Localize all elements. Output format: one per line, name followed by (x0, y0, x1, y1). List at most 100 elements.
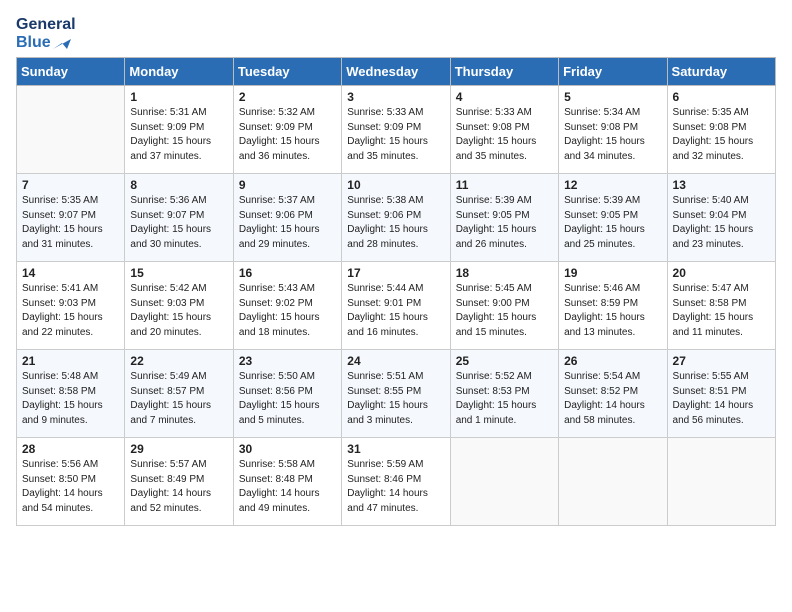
day-number: 6 (673, 90, 770, 104)
day-info: Sunrise: 5:50 AMSunset: 8:56 PMDaylight:… (239, 370, 336, 428)
calendar-cell (450, 438, 558, 526)
day-number: 19 (564, 266, 661, 280)
calendar-cell: 21Sunrise: 5:48 AMSunset: 8:58 PMDayligh… (17, 350, 125, 438)
calendar-week-row: 7 Sunrise: 5:35 AMSunset: 9:07 PMDaylight… (17, 174, 776, 262)
calendar-cell: 16 Sunrise: 5:43 AMSunset: 9:02 PMDayligh… (233, 262, 341, 350)
day-info: Sunrise: 5:52 AMSunset: 8:53 PMDaylight:… (456, 370, 553, 428)
day-info: Sunrise: 5:33 AMSunset: 9:08 PMDaylight:… (456, 106, 553, 164)
col-header-thursday: Thursday (450, 58, 558, 86)
day-info: Sunrise: 5:39 AMSunset: 9:05 PMDaylight:… (456, 194, 553, 252)
day-info: Sunrise: 5:47 AMSunset: 8:58 PMDaylight:… (673, 282, 770, 340)
calendar-cell: 17 Sunrise: 5:44 AMSunset: 9:01 PMDayligh… (342, 262, 450, 350)
day-number: 14 (22, 266, 119, 280)
day-number: 25 (456, 354, 553, 368)
calendar-week-row: 21Sunrise: 5:48 AMSunset: 8:58 PMDayligh… (17, 350, 776, 438)
calendar-cell: 1 Sunrise: 5:31 AMSunset: 9:09 PMDaylight… (125, 86, 233, 174)
day-number: 26 (564, 354, 661, 368)
day-info: Sunrise: 5:33 AMSunset: 9:09 PMDaylight:… (347, 106, 444, 164)
day-info: Sunrise: 5:32 AMSunset: 9:09 PMDaylight:… (239, 106, 336, 164)
day-number: 5 (564, 90, 661, 104)
calendar-cell: 20 Sunrise: 5:47 AMSunset: 8:58 PMDayligh… (667, 262, 775, 350)
day-number: 27 (673, 354, 770, 368)
calendar-cell: 11 Sunrise: 5:39 AMSunset: 9:05 PMDayligh… (450, 174, 558, 262)
col-header-sunday: Sunday (17, 58, 125, 86)
calendar-cell (667, 438, 775, 526)
calendar-cell: 7 Sunrise: 5:35 AMSunset: 9:07 PMDaylight… (17, 174, 125, 262)
day-number: 23 (239, 354, 336, 368)
calendar-cell: 5Sunrise: 5:34 AMSunset: 9:08 PMDaylight… (559, 86, 667, 174)
day-number: 7 (22, 178, 119, 192)
day-info: Sunrise: 5:57 AMSunset: 8:49 PMDaylight:… (130, 458, 227, 516)
day-info: Sunrise: 5:35 AMSunset: 9:08 PMDaylight:… (673, 106, 770, 164)
day-number: 4 (456, 90, 553, 104)
calendar-cell: 9 Sunrise: 5:37 AMSunset: 9:06 PMDaylight… (233, 174, 341, 262)
day-info: Sunrise: 5:56 AMSunset: 8:50 PMDaylight:… (22, 458, 119, 516)
day-info: Sunrise: 5:44 AMSunset: 9:01 PMDaylight:… (347, 282, 444, 340)
day-info: Sunrise: 5:37 AMSunset: 9:06 PMDaylight:… (239, 194, 336, 252)
page-header: General Blue (16, 16, 776, 51)
calendar-week-row: 14 Sunrise: 5:41 AMSunset: 9:03 PMDayligh… (17, 262, 776, 350)
calendar-cell: 24Sunrise: 5:51 AMSunset: 8:55 PMDayligh… (342, 350, 450, 438)
calendar-cell: 28 Sunrise: 5:56 AMSunset: 8:50 PMDayligh… (17, 438, 125, 526)
calendar-cell: 4 Sunrise: 5:33 AMSunset: 9:08 PMDaylight… (450, 86, 558, 174)
day-info: Sunrise: 5:55 AMSunset: 8:51 PMDaylight:… (673, 370, 770, 428)
calendar-week-row: 1 Sunrise: 5:31 AMSunset: 9:09 PMDaylight… (17, 86, 776, 174)
calendar-cell: 31 Sunrise: 5:59 AMSunset: 8:46 PMDayligh… (342, 438, 450, 526)
day-number: 8 (130, 178, 227, 192)
day-number: 20 (673, 266, 770, 280)
calendar-cell: 12 Sunrise: 5:39 AMSunset: 9:05 PMDayligh… (559, 174, 667, 262)
day-number: 17 (347, 266, 444, 280)
day-info: Sunrise: 5:58 AMSunset: 8:48 PMDaylight:… (239, 458, 336, 516)
calendar-cell: 23 Sunrise: 5:50 AMSunset: 8:56 PMDayligh… (233, 350, 341, 438)
day-number: 15 (130, 266, 227, 280)
day-number: 22 (130, 354, 227, 368)
calendar-week-row: 28 Sunrise: 5:56 AMSunset: 8:50 PMDayligh… (17, 438, 776, 526)
calendar-cell: 22 Sunrise: 5:49 AMSunset: 8:57 PMDayligh… (125, 350, 233, 438)
day-number: 16 (239, 266, 336, 280)
day-number: 28 (22, 442, 119, 456)
day-info: Sunrise: 5:36 AMSunset: 9:07 PMDaylight:… (130, 194, 227, 252)
day-info: Sunrise: 5:45 AMSunset: 9:00 PMDaylight:… (456, 282, 553, 340)
day-number: 10 (347, 178, 444, 192)
day-number: 1 (130, 90, 227, 104)
calendar-cell: 14 Sunrise: 5:41 AMSunset: 9:03 PMDayligh… (17, 262, 125, 350)
calendar-table: SundayMondayTuesdayWednesdayThursdayFrid… (16, 57, 776, 526)
day-number: 13 (673, 178, 770, 192)
day-number: 29 (130, 442, 227, 456)
day-number: 31 (347, 442, 444, 456)
day-number: 9 (239, 178, 336, 192)
logo-blue: Blue (16, 34, 76, 52)
calendar-cell: 3Sunrise: 5:33 AMSunset: 9:09 PMDaylight… (342, 86, 450, 174)
day-number: 11 (456, 178, 553, 192)
day-info: Sunrise: 5:46 AMSunset: 8:59 PMDaylight:… (564, 282, 661, 340)
day-info: Sunrise: 5:40 AMSunset: 9:04 PMDaylight:… (673, 194, 770, 252)
day-info: Sunrise: 5:43 AMSunset: 9:02 PMDaylight:… (239, 282, 336, 340)
col-header-monday: Monday (125, 58, 233, 86)
day-info: Sunrise: 5:35 AMSunset: 9:07 PMDaylight:… (22, 194, 119, 252)
calendar-cell: 8 Sunrise: 5:36 AMSunset: 9:07 PMDaylight… (125, 174, 233, 262)
logo-bird-icon (53, 35, 71, 49)
col-header-wednesday: Wednesday (342, 58, 450, 86)
day-number: 24 (347, 354, 444, 368)
col-header-friday: Friday (559, 58, 667, 86)
day-number: 18 (456, 266, 553, 280)
day-number: 12 (564, 178, 661, 192)
day-info: Sunrise: 5:54 AMSunset: 8:52 PMDaylight:… (564, 370, 661, 428)
calendar-cell: 15Sunrise: 5:42 AMSunset: 9:03 PMDayligh… (125, 262, 233, 350)
calendar-cell (17, 86, 125, 174)
day-info: Sunrise: 5:59 AMSunset: 8:46 PMDaylight:… (347, 458, 444, 516)
col-header-tuesday: Tuesday (233, 58, 341, 86)
calendar-cell: 10 Sunrise: 5:38 AMSunset: 9:06 PMDayligh… (342, 174, 450, 262)
day-info: Sunrise: 5:39 AMSunset: 9:05 PMDaylight:… (564, 194, 661, 252)
day-info: Sunrise: 5:31 AMSunset: 9:09 PMDaylight:… (130, 106, 227, 164)
calendar-cell: 6 Sunrise: 5:35 AMSunset: 9:08 PMDaylight… (667, 86, 775, 174)
day-info: Sunrise: 5:41 AMSunset: 9:03 PMDaylight:… (22, 282, 119, 340)
day-info: Sunrise: 5:49 AMSunset: 8:57 PMDaylight:… (130, 370, 227, 428)
logo-general: General (16, 16, 76, 34)
calendar-cell: 30Sunrise: 5:58 AMSunset: 8:48 PMDayligh… (233, 438, 341, 526)
day-info: Sunrise: 5:38 AMSunset: 9:06 PMDaylight:… (347, 194, 444, 252)
day-number: 21 (22, 354, 119, 368)
day-number: 2 (239, 90, 336, 104)
calendar-cell: 27 Sunrise: 5:55 AMSunset: 8:51 PMDayligh… (667, 350, 775, 438)
calendar-cell: 13 Sunrise: 5:40 AMSunset: 9:04 PMDayligh… (667, 174, 775, 262)
